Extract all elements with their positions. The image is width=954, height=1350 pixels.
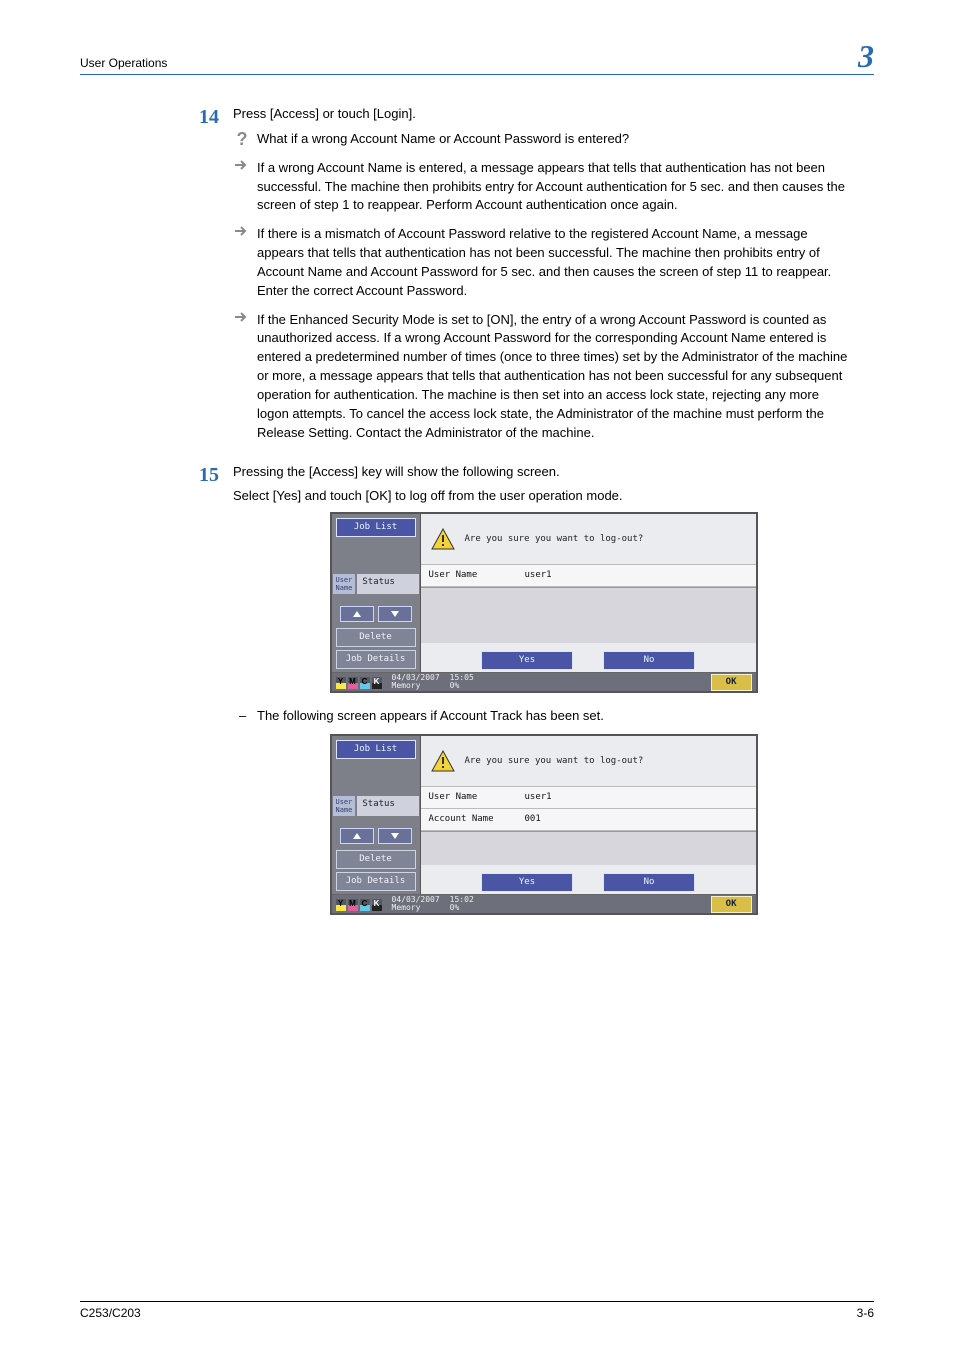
question-icon: ? (233, 130, 251, 148)
memory-label: Memory (392, 904, 440, 912)
scroll-up-button[interactable] (340, 828, 374, 844)
user-name-small-label: User Name (332, 795, 357, 817)
job-list-button[interactable]: Job List (336, 740, 416, 759)
user-name-small-label: User Name (332, 573, 357, 595)
dialog-blank-area (421, 831, 756, 865)
dialog-blank-area (421, 587, 756, 643)
ok-button[interactable]: OK (711, 896, 752, 913)
footer-page-number: 3-6 (857, 1306, 874, 1320)
user-name-field-value: user1 (517, 787, 560, 808)
step-14-bullet-3: If the Enhanced Security Mode is set to … (257, 312, 847, 440)
user-name-field-label: User Name (421, 565, 517, 586)
step-14-question: What if a wrong Account Name or Account … (257, 131, 629, 146)
chapter-number: 3 (858, 40, 874, 72)
step-number-14: 14 (185, 105, 233, 453)
arrow-right-icon (233, 311, 251, 330)
step-15-dash-note: The following screen appears if Account … (233, 707, 854, 726)
yes-button[interactable]: Yes (481, 651, 573, 670)
logout-dialog-screen-1: Job List User Name Status (330, 512, 758, 693)
ok-button[interactable]: OK (711, 674, 752, 691)
account-name-field-label: Account Name (421, 809, 517, 830)
toner-levels: Y M C K (332, 895, 386, 913)
scroll-down-button[interactable] (378, 828, 412, 844)
step-15-line-2: Select [Yes] and touch [OK] to log off f… (233, 487, 854, 506)
status-tab[interactable]: Status (356, 795, 419, 817)
toner-levels: Y M C K (332, 673, 386, 691)
memory-value: 0% (450, 682, 474, 690)
logout-prompt-text: Are you sure you want to log-out? (465, 755, 644, 768)
arrow-right-icon (233, 225, 251, 244)
step-15-line-1: Pressing the [Access] key will show the … (233, 463, 854, 482)
step-14-main: Press [Access] or touch [Login]. (233, 105, 854, 124)
memory-label: Memory (392, 682, 440, 690)
memory-value: 0% (450, 904, 474, 912)
arrow-right-icon (233, 159, 251, 178)
empty-job-list-area (332, 817, 420, 825)
job-list-button[interactable]: Job List (336, 518, 416, 537)
scroll-down-button[interactable] (378, 606, 412, 622)
delete-button[interactable]: Delete (336, 628, 416, 647)
logout-dialog-screen-2: Job List User Name Status (330, 734, 758, 915)
user-name-field-label: User Name (421, 787, 517, 808)
yes-button[interactable]: Yes (481, 873, 573, 892)
no-button[interactable]: No (603, 873, 695, 892)
account-name-field-value: 001 (517, 809, 549, 830)
warning-icon (431, 528, 455, 550)
section-title: User Operations (80, 56, 167, 70)
empty-job-list-area (332, 595, 420, 603)
logout-prompt-text: Are you sure you want to log-out? (465, 533, 644, 546)
status-tab[interactable]: Status (356, 573, 419, 595)
scroll-up-button[interactable] (340, 606, 374, 622)
no-button[interactable]: No (603, 651, 695, 670)
step-14-bullet-1: If a wrong Account Name is entered, a me… (257, 160, 845, 213)
job-details-button[interactable]: Job Details (336, 650, 416, 669)
delete-button[interactable]: Delete (336, 850, 416, 869)
footer-model: C253/C203 (80, 1306, 141, 1320)
step-14-bullet-2: If there is a mismatch of Account Passwo… (257, 226, 831, 298)
warning-icon (431, 750, 455, 772)
user-name-field-value: user1 (517, 565, 560, 586)
job-details-button[interactable]: Job Details (336, 872, 416, 891)
step-number-15: 15 (185, 463, 233, 930)
